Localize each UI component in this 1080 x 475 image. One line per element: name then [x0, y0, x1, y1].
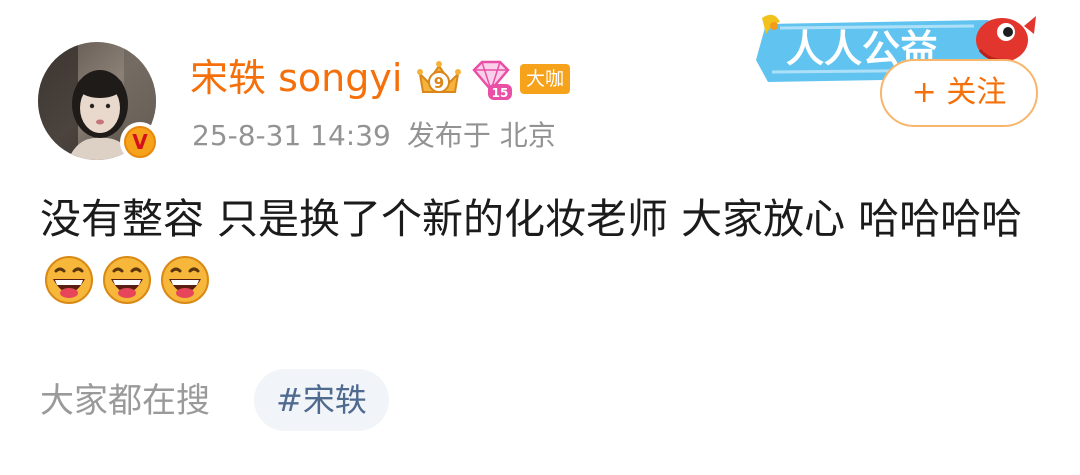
laughing-emoji-icon — [45, 256, 93, 304]
verified-mark: V — [124, 126, 156, 158]
verified-badge-icon: V — [120, 122, 160, 162]
post-time: 25-8-31 14:39 — [192, 119, 391, 152]
follow-button[interactable]: + 关注 — [880, 59, 1038, 127]
post-text: 没有整容 只是换了个新的化妆老师 大家放心 哈哈哈哈 — [40, 195, 1023, 243]
weibo-post-card: V 宋轶 songyi 9 15 大咖 25-8-31 14:39 发布于 北京 … — [0, 0, 1080, 475]
post-content: 没有整容 只是换了个新的化妆老师 大家放心 哈哈哈哈 — [40, 188, 1030, 312]
post-meta: 25-8-31 14:39 发布于 北京 — [192, 116, 556, 156]
laughing-emoji-icon — [103, 256, 151, 304]
crown-level-number: 9 — [434, 74, 444, 92]
vip-badge[interactable]: 大咖 — [520, 64, 571, 94]
trending-search-label: 大家都在搜 — [40, 381, 210, 421]
trending-search-tag[interactable]: #宋轶 — [254, 369, 389, 431]
gem-level-number: 15 — [492, 86, 509, 100]
crown-level-icon[interactable]: 9 — [414, 58, 464, 100]
laughing-emoji-icon — [161, 256, 209, 304]
post-location: 发布于 北京 — [406, 119, 556, 152]
gem-level-icon[interactable]: 15 — [468, 58, 514, 102]
author-name[interactable]: 宋轶 songyi — [190, 52, 402, 104]
